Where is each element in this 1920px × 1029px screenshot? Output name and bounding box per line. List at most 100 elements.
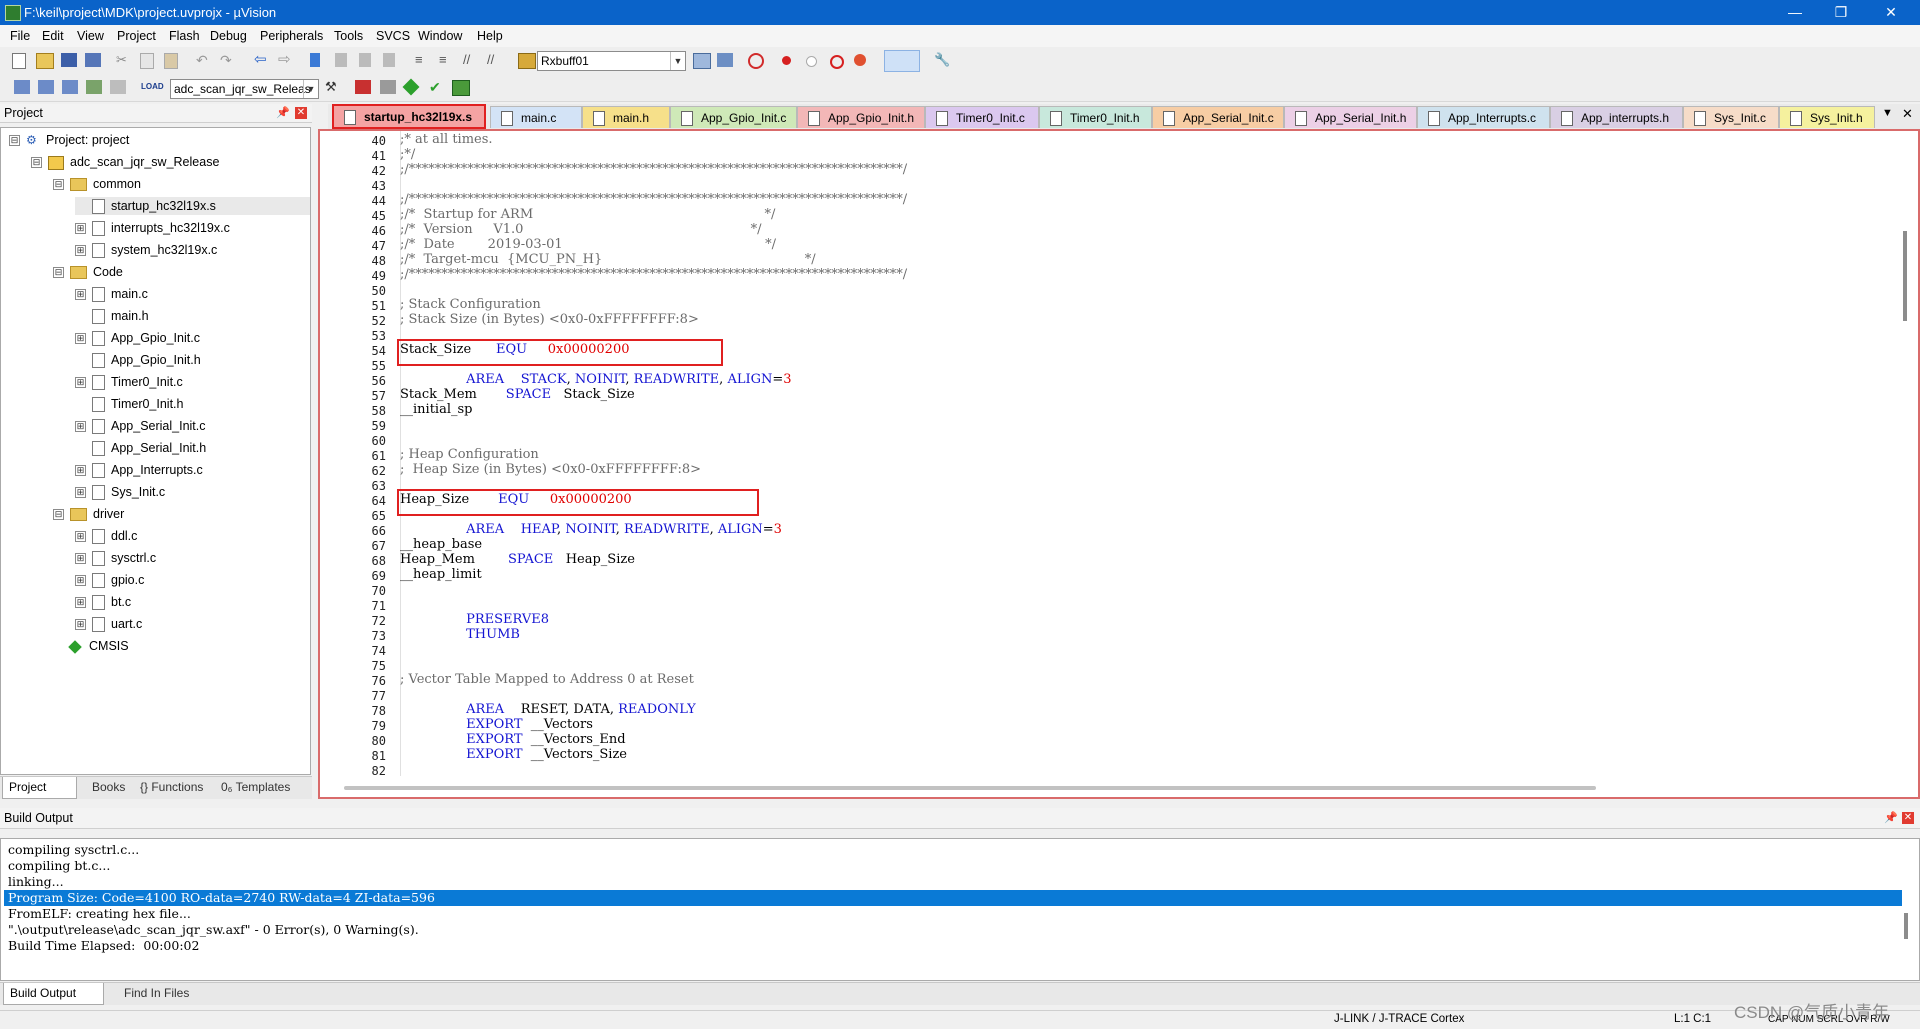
- tree-file-timer0-h[interactable]: Timer0_Init.h: [75, 395, 183, 413]
- code-line[interactable]: ; Heap Configuration: [400, 448, 539, 462]
- tab-sys-init-h[interactable]: Sys_Init.h: [1779, 106, 1875, 128]
- clear-bookmarks-icon[interactable]: [383, 53, 395, 67]
- expand-icon[interactable]: ⊞: [75, 289, 86, 301]
- horizontal-scrollbar[interactable]: [344, 786, 1596, 790]
- find-combo[interactable]: Rxbuff01 ▼: [537, 51, 686, 71]
- tab-main-h[interactable]: main.h: [582, 106, 670, 128]
- tree-file-app-serial-c[interactable]: ⊞ App_Serial_Init.c: [75, 417, 206, 435]
- build-output-line[interactable]: FromELF: creating hex file...: [8, 906, 1898, 922]
- tab-functions[interactable]: {} Functions: [140, 777, 203, 798]
- code-line[interactable]: Stack_Mem SPACE Stack_Size: [400, 388, 635, 402]
- undo-icon[interactable]: ↶: [196, 53, 212, 67]
- navigate-forward-icon[interactable]: ⇨: [278, 52, 294, 67]
- code-line[interactable]: AREA HEAP, NOINIT, READWRITE, ALIGN=3: [400, 523, 782, 537]
- code-line[interactable]: ; Vector Table Mapped to Address 0 at Re…: [400, 673, 694, 687]
- tree-file-system[interactable]: ⊞ system_hc32l19x.c: [75, 241, 217, 259]
- menu-svcs[interactable]: SVCS: [376, 29, 410, 43]
- code-line[interactable]: AREA STACK, NOINIT, READWRITE, ALIGN=3: [400, 373, 791, 387]
- pack-installer-icon[interactable]: [402, 78, 420, 96]
- code-line[interactable]: ;/**************************************…: [400, 163, 907, 177]
- tab-app-gpio-init-h[interactable]: App_Gpio_Init.h: [797, 106, 925, 128]
- expand-icon[interactable]: ⊞: [75, 487, 86, 499]
- tab-timer0-init-h[interactable]: Timer0_Init.h: [1039, 106, 1152, 128]
- disable-breakpoints-icon[interactable]: [830, 55, 844, 69]
- kill-breakpoints-icon[interactable]: [854, 54, 866, 66]
- close-panel-icon[interactable]: ✕: [1902, 812, 1914, 824]
- menu-tools[interactable]: Tools: [334, 29, 363, 43]
- tree-folder-driver[interactable]: ⊟ driver: [53, 505, 124, 523]
- tree-file-startup[interactable]: startup_hc32l19x.s: [75, 197, 310, 215]
- close-tab-icon[interactable]: ✕: [1902, 106, 1913, 122]
- find-icon[interactable]: [693, 53, 711, 69]
- code-line[interactable]: __heap_base: [400, 538, 482, 552]
- tree-file-main-h[interactable]: main.h: [75, 307, 149, 325]
- tree-file-timer0-c[interactable]: ⊞ Timer0_Init.c: [75, 373, 183, 391]
- prev-bookmark-icon[interactable]: [335, 53, 347, 67]
- menu-peripherals[interactable]: Peripherals: [260, 29, 323, 43]
- expand-icon[interactable]: ⊞: [75, 575, 86, 587]
- code-line[interactable]: ; Stack Size (in Bytes) <0x0-0xFFFFFFFF:…: [400, 313, 699, 327]
- tree-file-app-gpio-h[interactable]: App_Gpio_Init.h: [75, 351, 201, 369]
- code-line[interactable]: ;*/: [400, 148, 415, 162]
- tree-file-uart-c[interactable]: ⊞ uart.c: [75, 615, 142, 633]
- build-output-line[interactable]: ".\output\release\adc_scan_jqr_sw.axf" -…: [8, 922, 1898, 938]
- open-file-icon[interactable]: [36, 53, 54, 69]
- code-line[interactable]: EXPORT __Vectors_End: [400, 733, 625, 747]
- target-select[interactable]: adc_scan_jqr_sw_Releas ▼: [170, 79, 319, 99]
- code-line[interactable]: ;/**************************************…: [400, 193, 907, 207]
- minimize-button[interactable]: —: [1772, 0, 1818, 25]
- code-line[interactable]: ;/* Target-mcu {MCU_PN_H} */: [400, 253, 816, 267]
- enable-breakpoint-icon[interactable]: [806, 56, 817, 67]
- tab-app-serial-init-c[interactable]: App_Serial_Init.c: [1152, 106, 1284, 128]
- save-icon[interactable]: [61, 53, 77, 67]
- tab-startup-hc32l19x-s[interactable]: startup_hc32l19x.s: [332, 104, 486, 129]
- build-output-line[interactable]: Program Size: Code=4100 RO-data=2740 RW-…: [4, 890, 1902, 906]
- code-line[interactable]: ;/**************************************…: [400, 268, 907, 282]
- code-line[interactable]: THUMB: [400, 628, 520, 642]
- build-output-log[interactable]: compiling sysctrl.c... compiling bt.c... l…: [0, 838, 1920, 981]
- tab-project[interactable]: Project: [2, 777, 77, 799]
- close-panel-icon[interactable]: ✕: [295, 107, 307, 119]
- expand-icon[interactable]: ⊞: [75, 619, 86, 631]
- tree-node-project[interactable]: ⊟ ⚙ Project: project: [9, 131, 129, 149]
- build-icon[interactable]: [38, 80, 54, 94]
- stop-build-icon[interactable]: [110, 80, 126, 94]
- expand-icon[interactable]: ⊞: [75, 333, 86, 345]
- tree-file-ddl-c[interactable]: ⊞ ddl.c: [75, 527, 137, 545]
- collapse-icon[interactable]: ⊟: [53, 509, 64, 521]
- expand-icon[interactable]: ⊞: [75, 421, 86, 433]
- code-line[interactable]: ;/* Startup for ARM */: [400, 208, 775, 222]
- insert-breakpoint-icon[interactable]: [782, 56, 791, 65]
- code-line[interactable]: ; Stack Configuration: [400, 298, 541, 312]
- expand-icon[interactable]: ⊞: [75, 377, 86, 389]
- tab-app-interrupts-c[interactable]: App_Interrupts.c: [1417, 106, 1550, 128]
- tree-file-sys-init-c[interactable]: ⊞ Sys_Init.c: [75, 483, 165, 501]
- collapse-icon[interactable]: ⊟: [53, 267, 64, 279]
- collapse-icon[interactable]: ⊟: [31, 157, 42, 169]
- next-bookmark-icon[interactable]: [359, 53, 371, 67]
- menu-help[interactable]: Help: [477, 29, 503, 43]
- tab-list-icon[interactable]: ▼: [1882, 107, 1893, 119]
- tree-file-app-interrupts-c[interactable]: ⊞ App_Interrupts.c: [75, 461, 203, 479]
- tab-books[interactable]: Books: [78, 777, 125, 798]
- menu-project[interactable]: Project: [117, 29, 156, 43]
- chevron-down-icon[interactable]: ▼: [303, 80, 318, 98]
- tab-templates[interactable]: 0₆ Templates: [221, 777, 290, 798]
- tree-file-app-serial-h[interactable]: App_Serial_Init.h: [75, 439, 206, 457]
- unindent-icon[interactable]: ≡: [439, 53, 455, 67]
- tree-file-gpio-c[interactable]: ⊞ gpio.c: [75, 571, 144, 589]
- pin-icon[interactable]: 📌: [1884, 811, 1898, 824]
- build-output-line[interactable]: compiling sysctrl.c...: [8, 842, 1898, 858]
- select-packs-icon[interactable]: [380, 80, 396, 94]
- menu-flash[interactable]: Flash: [169, 29, 200, 43]
- incremental-find-icon[interactable]: [717, 53, 733, 67]
- code-line[interactable]: ; Heap Size (in Bytes) <0x0-0xFFFFFFFF:8…: [400, 463, 701, 477]
- build-output-line[interactable]: compiling bt.c...: [8, 858, 1898, 874]
- menu-file[interactable]: File: [10, 29, 30, 43]
- code-line[interactable]: __heap_limit: [400, 568, 482, 582]
- collapse-icon[interactable]: ⊟: [9, 135, 20, 147]
- software-packs-icon[interactable]: [452, 80, 470, 96]
- expand-icon[interactable]: ⊞: [75, 465, 86, 477]
- build-output-line[interactable]: Build Time Elapsed: 00:00:02: [8, 938, 1898, 954]
- menu-debug[interactable]: Debug: [210, 29, 247, 43]
